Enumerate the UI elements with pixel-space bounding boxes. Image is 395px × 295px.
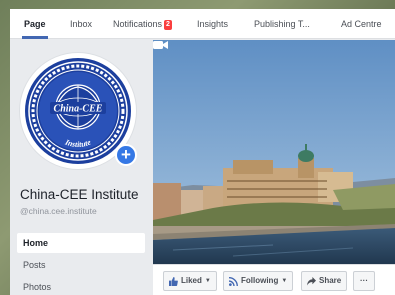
share-arrow-icon <box>307 276 316 286</box>
video-camera-icon[interactable] <box>153 40 168 50</box>
sidebar-item-posts[interactable]: Posts <box>17 255 145 275</box>
facebook-page-frame: Page Inbox Notifications 2 Insights Publi… <box>10 9 395 295</box>
tab-publishing-tools[interactable]: Publishing T... <box>254 9 310 39</box>
tab-ad-centre-label: Ad Centre <box>341 19 382 29</box>
liked-button-label: Liked <box>181 276 202 285</box>
page-top-nav: Page Inbox Notifications 2 Insights Publi… <box>10 9 395 39</box>
tab-inbox[interactable]: Inbox <box>70 9 92 39</box>
tab-ad-centre[interactable]: Ad Centre <box>341 9 382 39</box>
tab-page[interactable]: Page <box>22 9 47 39</box>
share-button[interactable]: Share <box>301 271 348 291</box>
page-action-bar: Liked ▼ Following ▼ Share ··· <box>153 264 395 295</box>
more-options-button[interactable]: ··· <box>353 271 375 291</box>
following-button[interactable]: Following ▼ <box>223 271 294 291</box>
share-button-label: Share <box>319 276 342 285</box>
add-photo-plus-icon[interactable]: + <box>115 144 137 166</box>
tab-notifications[interactable]: Notifications 2 <box>113 9 172 39</box>
rss-icon <box>229 276 238 286</box>
sidebar-item-photos[interactable]: Photos <box>17 277 145 295</box>
sidebar-item-label: Posts <box>23 260 46 270</box>
following-button-label: Following <box>241 276 279 285</box>
page-handle[interactable]: @china.cee.institute <box>20 206 97 216</box>
chevron-down-icon: ▼ <box>281 278 288 284</box>
sidebar-item-label: Home <box>23 238 49 248</box>
liked-button[interactable]: Liked ▼ <box>163 271 217 291</box>
thumbs-up-icon <box>169 276 178 286</box>
tab-inbox-label: Inbox <box>70 19 93 29</box>
sidebar-item-label: Photos <box>23 282 52 292</box>
tab-page-label: Page <box>24 19 46 29</box>
more-options-icon: ··· <box>360 276 368 285</box>
tab-publishing-tools-label: Publishing T... <box>254 19 310 29</box>
chevron-down-icon: ▼ <box>204 278 211 284</box>
tab-notifications-label: Notifications <box>113 19 163 29</box>
cover-cityscape-image <box>153 40 395 264</box>
logo-text-top: China-CEE <box>54 104 103 115</box>
tab-insights-label: Insights <box>197 19 229 29</box>
page-title: China-CEE Institute <box>20 187 139 202</box>
left-sidebar: China-CEE Institute + China-CEE Institut… <box>10 40 152 295</box>
notifications-count-badge: 2 <box>164 20 172 30</box>
sidebar-item-home[interactable]: Home <box>17 233 145 253</box>
cover-photo[interactable] <box>153 40 395 264</box>
tab-insights[interactable]: Insights <box>197 9 228 39</box>
